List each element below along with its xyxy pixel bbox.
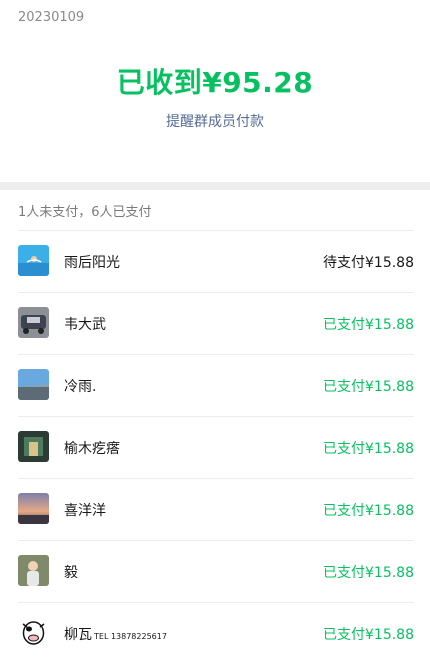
member-name: 韦大武	[64, 317, 106, 333]
member-name: 喜洋洋	[64, 503, 106, 519]
payment-status: 已支付¥15.88	[323, 565, 414, 581]
payment-status: 已支付¥15.88	[323, 627, 414, 643]
payment-status: 已支付¥15.88	[323, 503, 414, 519]
member-row[interactable]: 柳瓦 TEL 13878225617 已支付¥15.88	[0, 602, 430, 664]
sky-avatar	[18, 369, 49, 400]
sunset-avatar	[18, 493, 49, 524]
member-row[interactable]: 雨后阳光 待支付¥15.88	[0, 230, 430, 292]
member-row[interactable]: 喜洋洋 已支付¥15.88	[0, 478, 430, 540]
payment-status: 已支付¥15.88	[323, 441, 414, 457]
car-avatar	[18, 307, 49, 338]
collection-header: 20230109 已收到¥95.28 提醒群成员付款	[0, 0, 430, 182]
street-avatar	[18, 431, 49, 462]
section-divider	[0, 182, 430, 190]
cow-avatar	[18, 617, 49, 648]
date-label: 20230109	[18, 10, 85, 25]
member-name: 榆木疙瘩	[64, 441, 120, 457]
member-row[interactable]: 冷雨. 已支付¥15.88	[0, 354, 430, 416]
child-avatar	[18, 555, 49, 586]
member-name: 雨后阳光	[64, 255, 120, 271]
received-amount: 已收到¥95.28	[116, 66, 314, 99]
payment-status: 待支付¥15.88	[323, 255, 414, 271]
member-name-text: 柳瓦	[64, 627, 92, 643]
payment-status: 已支付¥15.88	[323, 317, 414, 333]
member-row[interactable]: 榆木疙瘩 已支付¥15.88	[0, 416, 430, 478]
member-name: 柳瓦 TEL 13878225617	[64, 624, 167, 644]
member-row[interactable]: 毅 已支付¥15.88	[0, 540, 430, 602]
member-name: 冷雨.	[64, 379, 97, 395]
swimmer-avatar	[18, 245, 49, 276]
phone-suffix: TEL 13878225617	[94, 632, 167, 641]
member-list: 雨后阳光 待支付¥15.88 韦大武 已支付¥15.88 冷雨. 已支付¥15.…	[0, 230, 430, 664]
member-row[interactable]: 韦大武 已支付¥15.88	[0, 292, 430, 354]
payment-status: 已支付¥15.88	[323, 379, 414, 395]
remind-members-link[interactable]: 提醒群成员付款	[0, 111, 430, 131]
payment-summary: 1人未支付，6人已支付	[18, 205, 152, 220]
member-name: 毅	[64, 565, 78, 581]
